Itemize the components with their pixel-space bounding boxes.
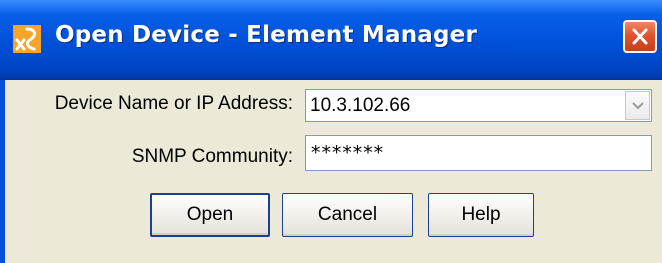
close-icon (632, 28, 648, 45)
dialog-body: Device Name or IP Address: 10.3.102.66 S… (0, 80, 662, 263)
device-name-combobox[interactable]: 10.3.102.66 (305, 89, 652, 122)
title-bar[interactable]: Open Device - Element Manager (0, 0, 662, 80)
cancel-button[interactable]: Cancel (282, 193, 413, 237)
device-name-value[interactable]: 10.3.102.66 (310, 95, 410, 117)
window-left-border (0, 80, 5, 263)
snmp-community-value[interactable]: ******* (310, 142, 384, 164)
window-title: Open Device - Element Manager (55, 22, 478, 48)
snmp-community-label: SNMP Community: (131, 146, 293, 167)
device-name-label: Device Name or IP Address: (54, 93, 293, 114)
snmp-community-field[interactable]: ******* (305, 135, 652, 171)
dropdown-button[interactable] (625, 91, 650, 120)
help-button[interactable]: Help (428, 193, 534, 237)
chevron-down-icon (632, 102, 644, 110)
open-button[interactable]: Open (150, 193, 270, 237)
open-device-dialog: Open Device - Element Manager Device Nam… (0, 0, 662, 263)
close-button[interactable] (623, 20, 657, 53)
app-logo-icon (13, 25, 41, 53)
